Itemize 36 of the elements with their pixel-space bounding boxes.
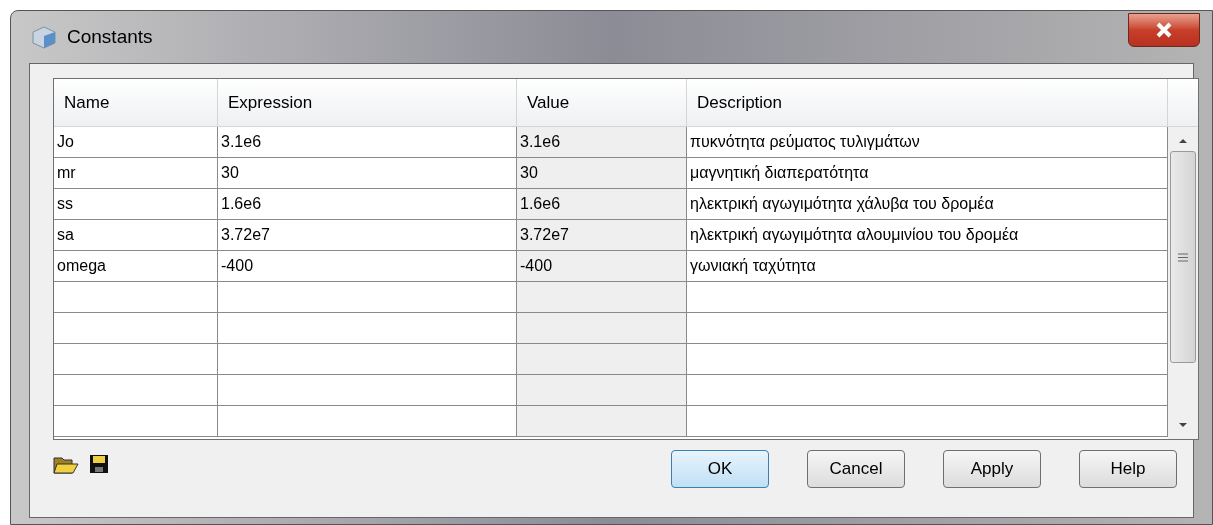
table-cell: γωνιακή ταχύτητα xyxy=(687,251,1168,282)
table-cell: 3.72e7 xyxy=(218,220,517,251)
save-icon[interactable] xyxy=(89,454,109,474)
column-header[interactable]: Expression xyxy=(218,79,517,126)
close-icon xyxy=(1155,22,1173,38)
table-cell: -400 xyxy=(517,251,687,282)
table-cell: ηλεκτρική αγωγιμότητα αλουμινίου του δρομέα xyxy=(687,220,1168,251)
table-cell: ηλεκτρική αγωγιμότητα χάλυβα του δρομέα xyxy=(687,189,1168,220)
column-header[interactable]: Name xyxy=(54,79,218,126)
column-header[interactable]: Description xyxy=(687,79,1168,126)
dialog-button[interactable]: Apply xyxy=(943,450,1041,488)
table-cell: 3.72e7 xyxy=(517,220,687,251)
table-cell: 3.1e6 xyxy=(218,127,517,158)
dialog-button[interactable]: OK xyxy=(671,450,769,488)
grip-icon xyxy=(1178,252,1188,262)
cube-icon xyxy=(29,24,59,50)
close-button[interactable] xyxy=(1128,13,1200,47)
table-cell: 1.6e6 xyxy=(218,189,517,220)
table-cell: 30 xyxy=(218,158,517,189)
dialog-button[interactable]: Help xyxy=(1079,450,1177,488)
table-cell: πυκνότητα ρεύματος τυλιγμάτων xyxy=(687,127,1168,158)
table-cell: ss xyxy=(54,189,218,220)
table-cell: sa xyxy=(54,220,218,251)
scroll-thumb[interactable] xyxy=(1170,151,1196,363)
column-header[interactable]: Value xyxy=(517,79,687,126)
table-cell: omega xyxy=(54,251,218,282)
dialog-button[interactable]: Cancel xyxy=(807,450,905,488)
table-cell: 1.6e6 xyxy=(517,189,687,220)
scrollbar[interactable] xyxy=(1168,127,1198,439)
table-cell: mr xyxy=(54,158,218,189)
table-cell: Jo xyxy=(54,127,218,158)
table-cell: 3.1e6 xyxy=(517,127,687,158)
table-cell: 30 xyxy=(517,158,687,189)
table-cell: μαγνητική διαπερατότητα xyxy=(687,158,1168,189)
table-cell: -400 xyxy=(218,251,517,282)
window-title: Constants xyxy=(67,24,153,49)
